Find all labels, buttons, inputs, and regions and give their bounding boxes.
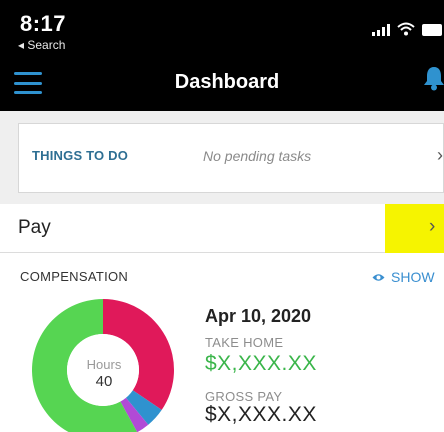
battery-icon — [422, 24, 442, 36]
back-to-search-link[interactable]: ◂ Search — [18, 38, 65, 52]
take-home-value: $X,XXX.XX — [205, 352, 317, 375]
bell-icon[interactable] — [424, 65, 444, 96]
status-bar: 8:17 ◂ Search — [0, 0, 444, 55]
todo-section: THINGS TO DO No pending tasks › — [0, 111, 444, 204]
system-icons — [372, 22, 442, 36]
page-title: Dashboard — [174, 71, 280, 93]
compensation-label: COMPENSATION — [20, 269, 129, 284]
show-amounts-button[interactable]: SHOW — [372, 269, 435, 285]
chevron-right-icon: › — [437, 145, 443, 165]
hours-label: Hours — [86, 357, 122, 372]
take-home-label: TAKE HOME — [205, 335, 284, 350]
things-to-do-card[interactable]: THINGS TO DO No pending tasks › — [18, 123, 444, 193]
hours-value: 40 — [95, 373, 113, 390]
gross-pay-label: GROSS PAY — [205, 389, 283, 404]
show-label: SHOW — [391, 269, 435, 285]
gross-pay-value: $X,XXX.XX — [205, 403, 317, 426]
eye-icon — [372, 273, 385, 281]
pay-row[interactable]: Pay › — [0, 204, 444, 253]
todo-status-text: No pending tasks — [203, 148, 312, 164]
chevron-right-icon[interactable]: › — [429, 216, 435, 238]
status-time: 8:17 — [20, 11, 67, 36]
pay-date: Apr 10, 2020 — [205, 306, 312, 326]
signal-icon — [372, 24, 390, 36]
nav-bar: Dashboard — [0, 55, 444, 111]
pay-label: Pay — [18, 217, 51, 238]
wifi-icon — [397, 22, 415, 36]
things-to-do-title: THINGS TO DO — [32, 148, 129, 163]
donut-center: Hours 40 — [73, 357, 135, 390]
